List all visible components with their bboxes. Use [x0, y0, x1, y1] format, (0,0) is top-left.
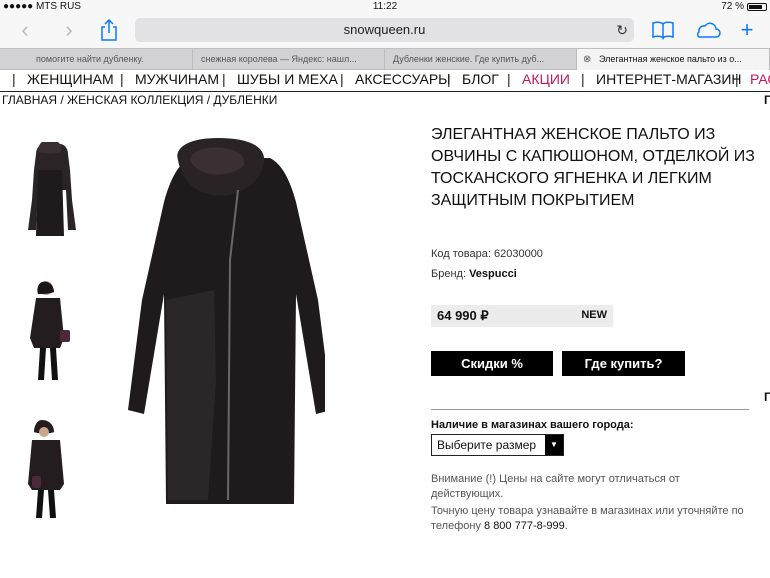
- tab-1[interactable]: помогите найти дубленку.: [0, 49, 193, 70]
- nav-promo[interactable]: АКЦИИ: [522, 70, 570, 88]
- price: 64 990 ₽: [437, 308, 489, 323]
- site-navigation: | ЖЕНЩИНАМ | МУЖЧИНАМ | ШУБЫ И МЕХА | АК…: [0, 70, 770, 92]
- thumbnail-2[interactable]: [26, 278, 74, 384]
- product-brand: Бренд: Vespucci: [431, 268, 517, 280]
- tab-active-label: Элегантная женское пальто из о...: [599, 54, 742, 64]
- nav-blog[interactable]: БЛОГ: [462, 70, 499, 88]
- size-select[interactable]: Выберите размер ▼: [431, 434, 564, 456]
- product-code: Код товара: 62030000: [431, 248, 543, 260]
- url-text: snowqueen.ru: [343, 22, 426, 37]
- bookmarks-icon[interactable]: [650, 18, 676, 44]
- price-notice: Внимание (!) Цены на сайте могут отличат…: [431, 473, 680, 500]
- back-icon[interactable]: ‹: [12, 18, 38, 44]
- edge-fragment: Г: [764, 93, 770, 107]
- brand-label: Бренд:: [431, 268, 467, 280]
- reload-icon[interactable]: ↻: [616, 18, 628, 42]
- tab-3[interactable]: Дубленки женские. Где купить дуб...: [385, 49, 577, 70]
- share-icon[interactable]: [96, 18, 122, 44]
- breadcrumb[interactable]: ГЛАВНАЯ / ЖЕНСКАЯ КОЛЛЕКЦИЯ / ДУБЛЕНКИ: [2, 93, 277, 107]
- dropdown-arrow-icon: ▼: [545, 435, 563, 455]
- nav-separator: |: [340, 71, 344, 87]
- nav-separator: |: [507, 71, 511, 87]
- price-box: 64 990 ₽ NEW: [431, 305, 613, 327]
- phone-number[interactable]: 8 800 777-8-999: [484, 520, 565, 532]
- forward-icon[interactable]: ›: [56, 18, 82, 44]
- availability-label: Наличие в магазинах вашего города:: [431, 419, 634, 431]
- nav-separator: |: [222, 71, 226, 87]
- thumbnail-3[interactable]: [24, 418, 74, 520]
- nav-separator: |: [120, 71, 124, 87]
- nav-men[interactable]: МУЖЧИНАМ: [135, 70, 219, 88]
- thumbnail-1[interactable]: [24, 140, 76, 244]
- nav-separator: |: [735, 71, 739, 87]
- nav-separator: |: [447, 71, 451, 87]
- phone-suffix: .: [564, 520, 568, 532]
- divider: [431, 409, 749, 410]
- close-tab-icon[interactable]: ⊗: [583, 49, 591, 70]
- edge-fragment: Г: [764, 390, 770, 404]
- address-bar[interactable]: snowqueen.ru ↻: [135, 18, 634, 42]
- nav-separator: |: [12, 71, 16, 87]
- battery-icon: [747, 3, 767, 11]
- where-to-buy-button[interactable]: Где купить?: [562, 351, 685, 376]
- nav-truncated[interactable]: РАС: [750, 70, 770, 88]
- status-bar: ●●●●● MTS RUS 11:22 72 %: [0, 0, 770, 14]
- battery-percent: 72 %: [721, 1, 744, 12]
- nav-separator: |: [581, 71, 585, 87]
- contact-text: Точную цену товара узнавайте в магазинах…: [431, 505, 744, 532]
- tab-active[interactable]: ⊗ Элегантная женское пальто из о...: [577, 49, 770, 70]
- clock: 11:22: [372, 1, 398, 12]
- new-badge: NEW: [581, 309, 607, 321]
- new-tab-icon[interactable]: +: [734, 18, 760, 44]
- tab-bar: помогите найти дубленку. снежная королев…: [0, 48, 770, 70]
- browser-toolbar: ‹ › snowqueen.ru ↻ +: [0, 14, 770, 48]
- tab-2[interactable]: снежная королева — Яндекс: нашл...: [193, 49, 385, 70]
- price-contact-notice: Точную цену товара узнавайте в магазинах…: [431, 504, 753, 534]
- discounts-button[interactable]: Скидки %: [431, 351, 553, 376]
- nav-women[interactable]: ЖЕНЩИНАМ: [27, 70, 114, 88]
- nav-shop[interactable]: ИНТЕРНЕТ-МАГАЗИН: [596, 70, 742, 88]
- brand-value[interactable]: Vespucci: [469, 268, 517, 280]
- product-code-value: 62030000: [493, 248, 543, 260]
- nav-accessories[interactable]: АКСЕССУАРЫ: [355, 70, 451, 88]
- product-image[interactable]: [120, 130, 332, 530]
- size-select-value: Выберите размер: [437, 438, 537, 452]
- icloud-tabs-icon[interactable]: [692, 18, 722, 44]
- nav-furs[interactable]: ШУБЫ И МЕХА: [237, 70, 338, 88]
- product-code-label: Код товара:: [431, 248, 491, 260]
- product-title: ЭЛЕГАНТНАЯ ЖЕНСКОЕ ПАЛЬТО ИЗ ОВЧИНЫ С КА…: [431, 126, 755, 209]
